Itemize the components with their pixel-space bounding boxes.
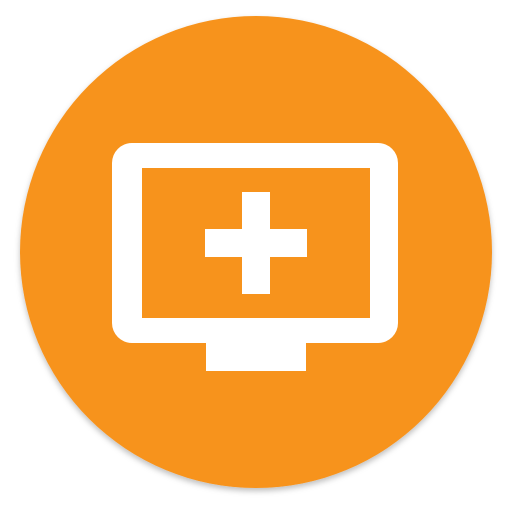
app-icon-canvas (0, 0, 512, 512)
add-screen-icon[interactable] (0, 0, 512, 512)
monitor-stand (206, 343, 306, 371)
